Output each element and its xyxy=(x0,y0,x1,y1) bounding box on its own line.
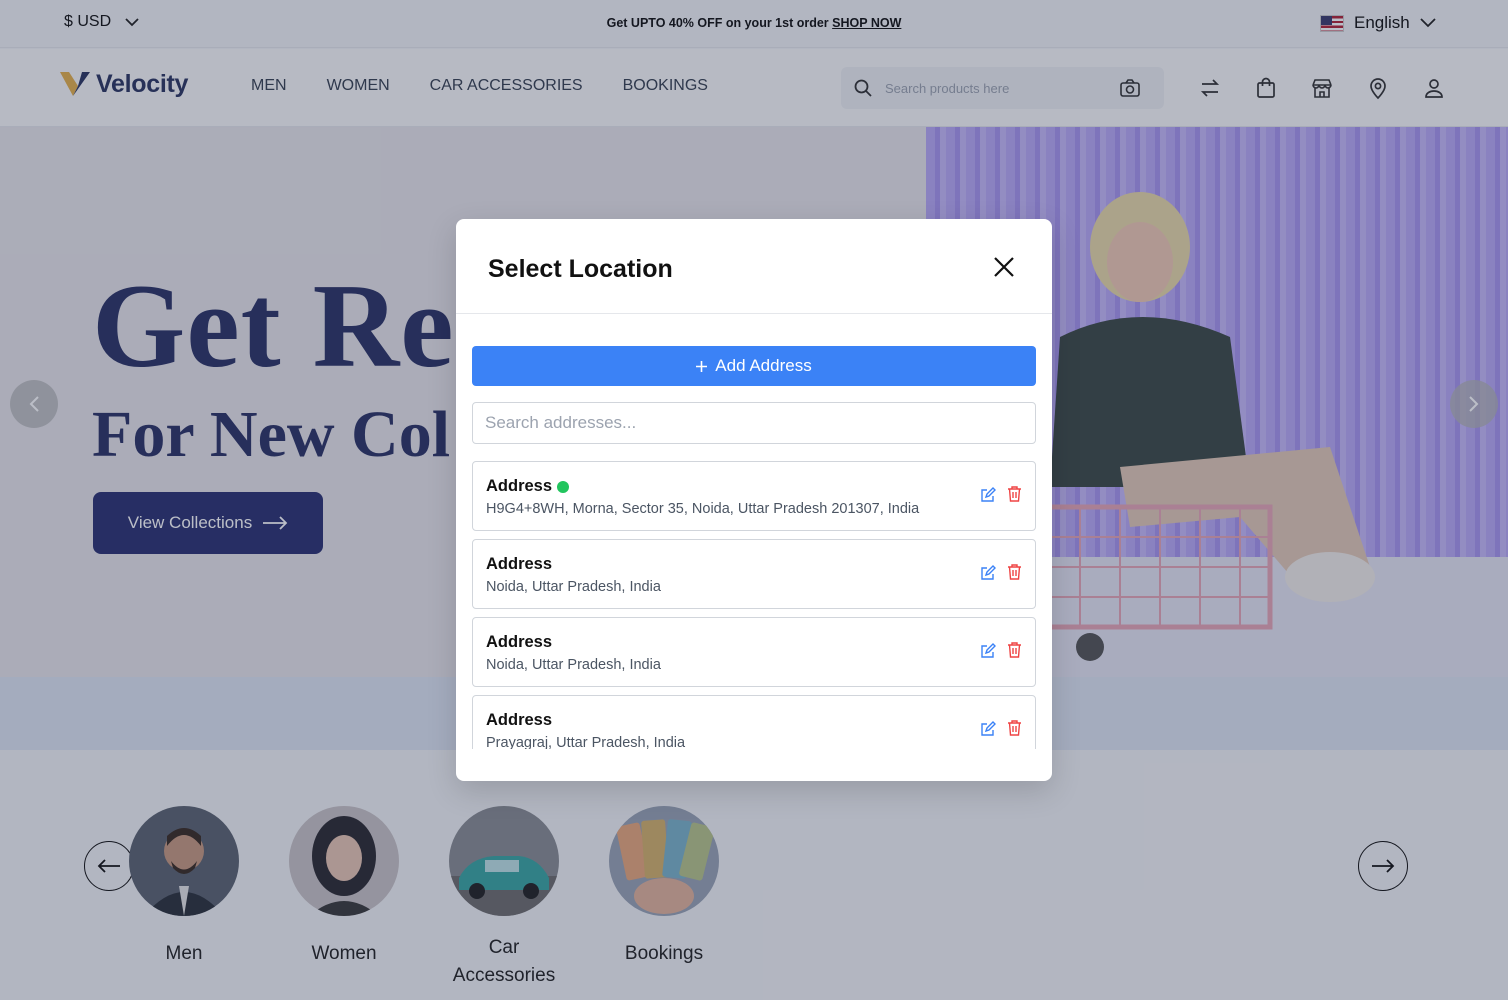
address-line: Prayagraj, Uttar Pradesh, India xyxy=(486,735,686,749)
trash-icon[interactable] xyxy=(1007,486,1022,502)
address-card[interactable]: Address Prayagraj, Uttar Pradesh, India xyxy=(472,695,1036,749)
address-name: Address xyxy=(486,711,553,729)
address-search-input[interactable] xyxy=(472,402,1036,444)
edit-icon[interactable] xyxy=(980,643,996,659)
address-card[interactable]: Address Noida, Uttar Pradesh, India xyxy=(472,617,1036,687)
modal-title: Select Location xyxy=(488,255,673,283)
address-line: Noida, Uttar Pradesh, India xyxy=(486,579,661,595)
trash-icon[interactable] xyxy=(1007,564,1022,580)
edit-icon[interactable] xyxy=(980,721,996,737)
active-address-indicator xyxy=(557,480,570,493)
address-name: Address xyxy=(486,555,553,573)
close-icon[interactable] xyxy=(992,255,1016,279)
add-address-label: Add Address xyxy=(715,356,812,375)
add-address-button[interactable]: Add Address xyxy=(472,346,1036,386)
trash-icon[interactable] xyxy=(1007,720,1022,736)
modal-header: Select Location xyxy=(456,219,1052,314)
address-card[interactable]: Address Noida, Uttar Pradesh, India xyxy=(472,539,1036,609)
plus-icon xyxy=(696,360,708,372)
edit-icon[interactable] xyxy=(980,565,996,581)
trash-icon[interactable] xyxy=(1007,642,1022,658)
address-list[interactable]: Address H9G4+8WH, Morna, Sector 35, Noid… xyxy=(472,461,1036,749)
select-location-modal: Select Location Add Address Address H9G4… xyxy=(456,219,1052,781)
address-line: Noida, Uttar Pradesh, India xyxy=(486,657,661,673)
address-name: Address xyxy=(486,477,553,495)
edit-icon[interactable] xyxy=(980,487,996,503)
address-line: H9G4+8WH, Morna, Sector 35, Noida, Uttar… xyxy=(486,501,920,517)
address-card[interactable]: Address H9G4+8WH, Morna, Sector 35, Noid… xyxy=(472,461,1036,531)
address-name: Address xyxy=(486,633,553,651)
